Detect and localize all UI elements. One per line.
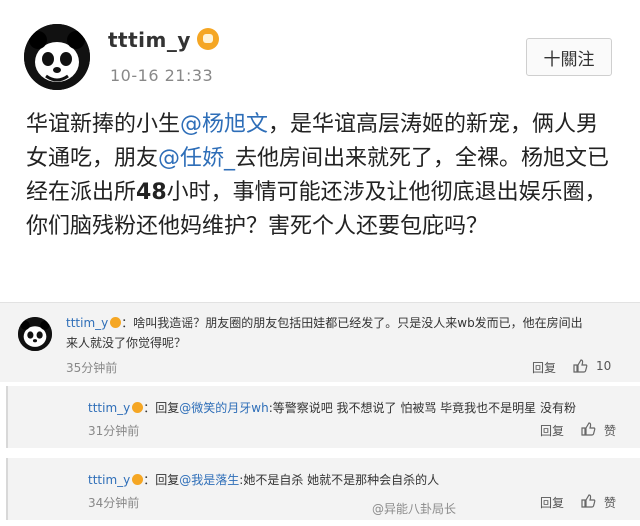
reply-prefix: ：回复: [143, 401, 180, 415]
thumbs-up-icon[interactable]: [572, 358, 588, 374]
reply-item: tttim_y ：回复@微笑的月牙wh:等警察说吧 我不想说了 怕被骂 毕竟我也不…: [6, 386, 640, 448]
thumbs-up-icon[interactable]: [580, 421, 596, 437]
post-timestamp: 10-16 21:33: [110, 66, 214, 85]
vip-badge-icon: [132, 402, 144, 413]
comment-item: tttim_y ：啥叫我造谣？朋友圈的朋友包括田娃都已经发了。只是没人来wb发而已…: [0, 302, 640, 382]
mention-link[interactable]: @微笑的月牙wh: [179, 401, 268, 415]
like-button-label[interactable]: 赞: [604, 422, 616, 439]
post-body: 华谊新捧的小生@杨旭文，是华谊高层涛姬的新宠，俩人男女通吃，朋友@任娇_去他房间…: [26, 108, 616, 244]
comment-text: ：啥叫我造谣？朋友圈的朋友包括田娃都已经发了。只是没人来wb发而已，他在房间出: [121, 316, 583, 330]
reply-line: tttim_y ：回复@我是落生:她不是自杀 她就不是那种会自杀的人: [88, 470, 439, 490]
vip-badge-icon: [196, 28, 219, 50]
weibo-post: tttim_y 10-16 21:33 十關注 华谊新捧的小生@杨旭文，是华谊高…: [0, 0, 640, 300]
panda-avatar-icon: [18, 317, 52, 351]
comment-time: 35分钟前: [66, 361, 118, 375]
comment-avatar[interactable]: [18, 317, 52, 351]
vip-badge-icon: [132, 474, 144, 485]
reply-item: tttim_y ：回复@我是落生:她不是自杀 她就不是那种会自杀的人 34分钟前 …: [6, 458, 640, 520]
reply-username[interactable]: tttim_y: [88, 401, 130, 415]
comment-line-2: 来人就没了你觉得呢？: [66, 336, 187, 350]
reply-username[interactable]: tttim_y: [88, 473, 130, 487]
reply-text: :等警察说吧 我不想说了 怕被骂 毕竟我也不是明星 没有粉: [268, 401, 576, 415]
watermark: @异能八卦局长: [372, 502, 457, 516]
thumbs-up-icon[interactable]: [580, 493, 596, 509]
post-username[interactable]: tttim_y: [108, 28, 219, 52]
reply-button[interactable]: 回复: [532, 359, 556, 376]
like-count: 10: [596, 359, 612, 373]
mention-link[interactable]: @任娇_: [158, 146, 235, 171]
reply-line: tttim_y ：回复@微笑的月牙wh:等警察说吧 我不想说了 怕被骂 毕竟我也不…: [88, 398, 576, 418]
like-button-label[interactable]: 赞: [604, 494, 616, 511]
post-text-number: 48: [136, 180, 167, 205]
username-text[interactable]: tttim_y: [108, 28, 191, 52]
panda-avatar-icon: [24, 24, 90, 90]
reply-prefix: ：回复: [143, 473, 180, 487]
avatar[interactable]: [24, 24, 90, 90]
reply-button[interactable]: 回复: [540, 422, 564, 439]
comment-username[interactable]: tttim_y: [66, 316, 108, 330]
mention-link[interactable]: @我是落生: [179, 473, 239, 487]
reply-time: 31分钟前: [88, 424, 140, 438]
follow-button[interactable]: 十關注: [526, 38, 612, 76]
reply-button[interactable]: 回复: [540, 494, 564, 511]
reply-text: :她不是自杀 她就不是那种会自杀的人: [239, 473, 440, 487]
vip-badge-icon: [110, 317, 122, 328]
post-text-segment: 华谊新捧的小生: [26, 112, 181, 137]
reply-time: 34分钟前: [88, 496, 140, 510]
comment-line-1: tttim_y ：啥叫我造谣？朋友圈的朋友包括田娃都已经发了。只是没人来wb发而已…: [66, 313, 583, 333]
mention-link[interactable]: @杨旭文: [180, 112, 268, 137]
